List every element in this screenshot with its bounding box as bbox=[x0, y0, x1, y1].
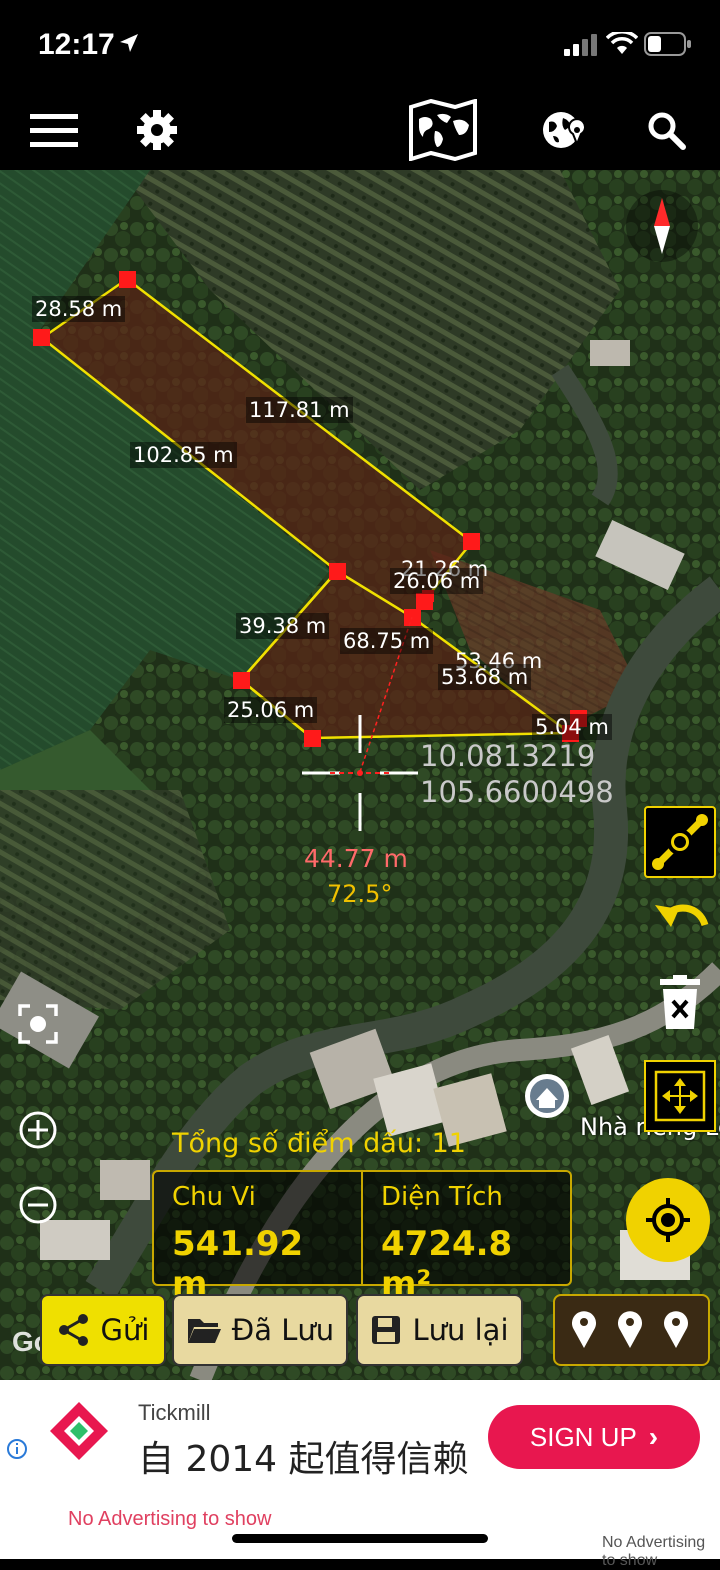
wifi-icon bbox=[606, 32, 638, 54]
battery-icon bbox=[644, 32, 691, 56]
ad-text: 自 2014 起值得信赖 bbox=[138, 1439, 469, 1480]
status-time: 12:17 bbox=[38, 28, 115, 61]
folder-icon bbox=[187, 1319, 221, 1343]
menu-icon[interactable] bbox=[28, 90, 80, 170]
location-arrow-icon bbox=[120, 34, 138, 52]
perimeter-label: Chu Vi bbox=[172, 1182, 256, 1212]
trash-icon bbox=[660, 975, 700, 1029]
save-button[interactable]: Lưu lại bbox=[356, 1294, 523, 1366]
status-bar: 12:17 bbox=[0, 0, 720, 90]
compass-icon[interactable] bbox=[626, 190, 698, 262]
total-points-label: Tổng số điểm dấu: 11 bbox=[172, 1128, 466, 1159]
poi-marker bbox=[525, 1074, 569, 1118]
undo-button[interactable] bbox=[644, 886, 716, 958]
ad-signup-label: SIGN UP bbox=[529, 1421, 637, 1452]
edge-label: 26.06 m bbox=[390, 568, 484, 594]
chevron-right-icon: › bbox=[648, 1421, 659, 1452]
edge-label: 5.04 m bbox=[532, 714, 612, 740]
map-type-icon[interactable] bbox=[406, 90, 480, 170]
save-label: Lưu lại bbox=[412, 1313, 509, 1347]
points-mode-button[interactable] bbox=[553, 1294, 710, 1366]
cursor-bearing: 72.5° bbox=[327, 880, 393, 908]
floppy-icon bbox=[372, 1316, 401, 1344]
cursor-latitude: 10.0813219 bbox=[420, 739, 596, 773]
no-ad-text: No Advertising to show bbox=[68, 1508, 272, 1530]
delete-button[interactable] bbox=[644, 966, 716, 1038]
share-icon bbox=[58, 1314, 88, 1346]
line-tool-icon bbox=[652, 814, 708, 870]
zoom-out-button[interactable] bbox=[16, 1183, 60, 1227]
saved-list-label: Đã Lưu bbox=[231, 1313, 335, 1347]
globe-pin-icon[interactable] bbox=[540, 90, 586, 170]
edge-label: 25.06 m bbox=[224, 697, 318, 723]
perimeter-value: 541.92 m bbox=[172, 1224, 304, 1304]
ad-banner[interactable]: Tickmill 自 2014 起值得信赖 SIGN UP › No Adver… bbox=[0, 1380, 720, 1569]
pins-icon bbox=[571, 1311, 688, 1348]
share-button[interactable]: Gửi bbox=[40, 1294, 166, 1366]
my-location-button[interactable] bbox=[626, 1178, 710, 1262]
no-ad-text-small: No Advertising to show bbox=[602, 1534, 706, 1569]
edge-label: 53.68 m bbox=[438, 664, 532, 690]
line-tool-button[interactable] bbox=[644, 806, 716, 878]
measurement-panel: Chu Vi 541.92 m Diện Tích 4724.8 m² bbox=[152, 1170, 572, 1304]
area-value: 4724.8 m² bbox=[381, 1224, 513, 1304]
edge-label: 68.75 m bbox=[340, 628, 434, 654]
tickmill-logo-icon bbox=[50, 1402, 108, 1460]
cursor-distance: 44.77 m bbox=[304, 844, 408, 873]
undo-icon bbox=[655, 904, 709, 927]
screenshot-button[interactable] bbox=[16, 1002, 60, 1046]
home-indicator bbox=[232, 1534, 488, 1543]
cursor-longitude: 105.6600498 bbox=[420, 775, 614, 809]
area-section: Diện Tích 4724.8 m² bbox=[361, 1172, 570, 1304]
share-label: Gửi bbox=[100, 1313, 150, 1347]
ad-info-icon[interactable] bbox=[6, 1438, 28, 1460]
fit-bounds-button[interactable] bbox=[644, 1060, 716, 1132]
plus-icon bbox=[19, 1111, 57, 1149]
area-label: Diện Tích bbox=[381, 1182, 503, 1212]
edge-label: 117.81 m bbox=[246, 397, 353, 423]
locate-icon bbox=[646, 1198, 690, 1242]
zoom-in-button[interactable] bbox=[16, 1108, 60, 1152]
expand-icon bbox=[654, 1070, 706, 1122]
settings-icon[interactable] bbox=[134, 90, 180, 170]
focus-icon bbox=[18, 1004, 58, 1044]
ad-brand: Tickmill bbox=[138, 1400, 211, 1425]
edge-label: 39.38 m bbox=[236, 613, 330, 639]
search-icon[interactable] bbox=[644, 90, 688, 170]
minus-icon bbox=[19, 1186, 57, 1224]
edge-label: 28.58 m bbox=[32, 296, 126, 322]
signal-icon bbox=[564, 34, 597, 56]
ad-signup-button[interactable]: SIGN UP › bbox=[488, 1405, 700, 1469]
saved-list-button[interactable]: Đã Lưu bbox=[172, 1294, 348, 1366]
edge-label: 102.85 m bbox=[130, 442, 237, 468]
top-toolbar bbox=[0, 90, 720, 170]
perimeter-section: Chu Vi 541.92 m bbox=[154, 1172, 361, 1304]
